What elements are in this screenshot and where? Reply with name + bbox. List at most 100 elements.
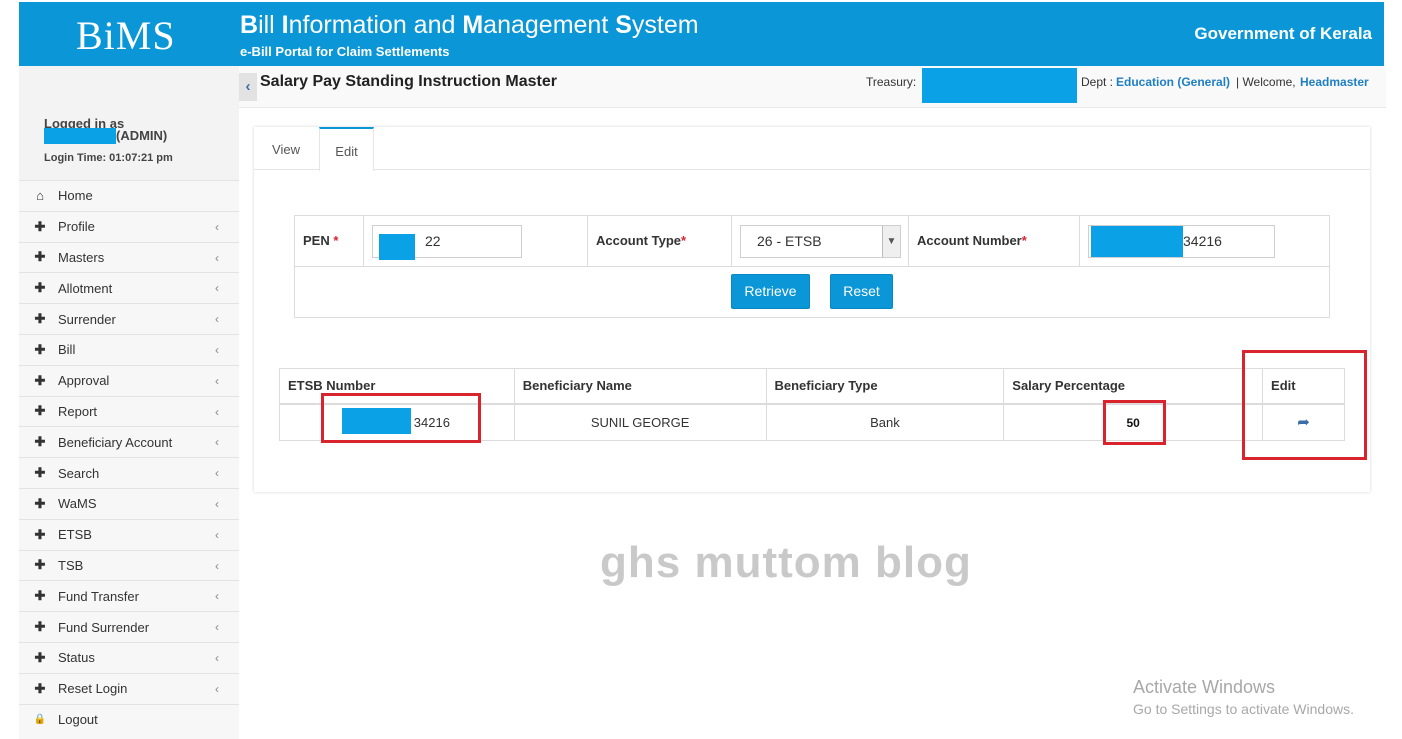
username-redacted	[44, 128, 116, 144]
chevron-left-icon: ‹	[215, 558, 219, 573]
sidebar-item-label: Logout	[58, 711, 98, 727]
plus-icon: ✚	[34, 680, 46, 696]
header-beneficiary-type: Beneficiary Type	[765, 368, 1005, 405]
sidebar-item-label: Search	[58, 465, 100, 481]
account-type-label: Account Type*	[596, 233, 687, 248]
chevron-left-icon: ‹	[215, 404, 219, 419]
plus-icon: ✚	[34, 372, 46, 388]
sidebar-item-status[interactable]: ✚ Status ‹	[19, 641, 239, 673]
page-title: Salary Pay Standing Instruction Master	[260, 73, 557, 90]
sidebar-item-search[interactable]: ✚ Search ‹	[19, 457, 239, 488]
chevron-left-icon: ‹	[215, 435, 219, 450]
tab-edit[interactable]: Edit	[319, 127, 374, 171]
sidebar-item-approval[interactable]: ✚ Approval ‹	[19, 364, 239, 396]
header-salary-percentage: Salary Percentage	[1003, 368, 1264, 405]
plus-icon: ✚	[34, 526, 46, 542]
account-number-redacted	[1091, 226, 1183, 257]
sidebar-item-allotment[interactable]: ✚ Allotment ‹	[19, 272, 239, 303]
pen-label: PEN *	[303, 233, 339, 248]
dept-label: Dept :	[1081, 75, 1114, 89]
sidebar-item-logout[interactable]: 🔒 Logout	[19, 703, 239, 735]
account-type-label-cell: Account Type*	[588, 216, 732, 266]
plus-icon: ✚	[34, 649, 46, 665]
sidebar-item-label: Masters	[58, 249, 105, 265]
sidebar-item-label: Reset Login	[58, 681, 128, 697]
tab-bar: View Edit	[254, 127, 1370, 171]
sidebar-item-bill[interactable]: ✚ Bill ‹	[19, 333, 239, 365]
sidebar-item-label: ETSB	[58, 527, 92, 543]
sidebar-item-label: WaMS	[58, 496, 97, 512]
account-number-input[interactable]: 34216	[1088, 225, 1275, 258]
retrieve-button[interactable]: Retrieve	[731, 274, 810, 309]
treasury-label: Treasury:	[866, 75, 917, 89]
sidebar-toggle-button[interactable]: ‹	[239, 73, 257, 101]
reset-button[interactable]: Reset	[830, 274, 893, 309]
header-beneficiary-name: Beneficiary Name	[513, 368, 767, 405]
dept-link[interactable]: Education (General)	[1116, 75, 1230, 89]
sidebar-item-masters[interactable]: ✚ Masters ‹	[19, 241, 239, 273]
sidebar-item-reset-login[interactable]: ✚ Reset Login ‹	[19, 672, 239, 704]
account-number-cell: 34216	[1080, 216, 1329, 266]
pen-input-cell: 22	[364, 216, 588, 266]
account-type-select[interactable]: 26 - ETSB ▼	[740, 225, 901, 258]
sidebar-item-label: Approval	[58, 373, 110, 389]
sidebar-item-fund-transfer[interactable]: ✚ Fund Transfer ‹	[19, 580, 239, 611]
chevron-left-icon: ‹	[215, 496, 219, 511]
form-fields-row: PEN * 22 Account Type* 26 - ETSB ▼ Accou…	[295, 216, 1329, 267]
sidebar-item-label: Allotment	[58, 280, 113, 296]
sidebar-item-tsb[interactable]: ✚ TSB ‹	[19, 549, 239, 581]
login-info: Logged in as (ADMIN) Login Time: 01:07:2…	[19, 108, 239, 180]
chevron-left-icon: ‹	[215, 342, 219, 357]
treasury-value-redacted	[922, 68, 1077, 103]
sidebar-item-beneficiary-account[interactable]: ✚ Beneficiary Account ‹	[19, 426, 239, 457]
welcome-label: | Welcome,	[1236, 75, 1296, 89]
chevron-down-icon: ▼	[882, 226, 900, 257]
account-number-label-cell: Account Number*	[909, 216, 1080, 266]
cell-beneficiary-name: SUNIL GEORGE	[513, 403, 767, 441]
chevron-left-icon: ‹	[215, 281, 219, 296]
sidebar-item-label: Fund Surrender	[58, 619, 150, 635]
chevron-left-icon: ‹	[215, 250, 219, 265]
search-form: PEN * 22 Account Type* 26 - ETSB ▼ Accou…	[294, 215, 1330, 318]
pen-input[interactable]: 22	[372, 225, 522, 260]
plus-icon: ✚	[34, 403, 46, 419]
app-header: BiMS Bill Information and Management Sys…	[19, 2, 1384, 66]
login-time: Login Time: 01:07:21 pm	[44, 152, 173, 164]
chevron-left-icon: ‹	[245, 78, 251, 95]
pen-redacted	[379, 234, 415, 260]
user-role: (ADMIN)	[116, 128, 168, 143]
chevron-left-icon: ‹	[215, 589, 219, 604]
plus-icon: ✚	[34, 341, 46, 357]
plus-icon: ✚	[34, 465, 46, 481]
chevron-left-icon: ‹	[215, 681, 219, 696]
chevron-left-icon: ‹	[215, 620, 219, 635]
plus-icon: ✚	[34, 311, 46, 327]
sidebar-item-label: Fund Transfer	[58, 588, 139, 604]
sidebar-item-profile[interactable]: ✚ Profile ‹	[19, 210, 239, 242]
sidebar-item-etsb[interactable]: ✚ ETSB ‹	[19, 518, 239, 550]
account-number-label: Account Number*	[917, 233, 1027, 248]
bims-logo[interactable]: BiMS	[76, 12, 176, 59]
home-icon: ⌂	[36, 188, 44, 204]
chevron-left-icon: ‹	[215, 373, 219, 388]
sidebar-item-surrender[interactable]: ✚ Surrender ‹	[19, 303, 239, 334]
chevron-left-icon: ‹	[215, 219, 219, 234]
sidebar-item-label: TSB	[58, 557, 84, 573]
tab-view[interactable]: View	[254, 127, 318, 170]
plus-icon: ✚	[34, 495, 46, 511]
sidebar-item-fund-surrender[interactable]: ✚ Fund Surrender ‹	[19, 611, 239, 642]
user-link[interactable]: Headmaster	[1300, 75, 1369, 89]
chevron-left-icon: ‹	[215, 312, 219, 327]
sidebar-item-wams[interactable]: ✚ WaMS ‹	[19, 487, 239, 519]
lock-icon: 🔒	[33, 713, 47, 725]
pen-label-cell: PEN *	[295, 216, 364, 266]
sidebar-item-label: Home	[58, 188, 93, 204]
plus-icon: ✚	[34, 588, 46, 604]
cell-beneficiary-type: Bank	[765, 403, 1005, 441]
sidebar-item-label: Beneficiary Account	[58, 434, 173, 450]
plus-icon: ✚	[34, 218, 46, 234]
plus-icon: ✚	[34, 434, 46, 450]
sidebar-item-report[interactable]: ✚ Report ‹	[19, 395, 239, 427]
sidebar-item-label: Bill	[58, 342, 76, 358]
sidebar-item-home[interactable]: ⌂ Home	[19, 180, 239, 211]
